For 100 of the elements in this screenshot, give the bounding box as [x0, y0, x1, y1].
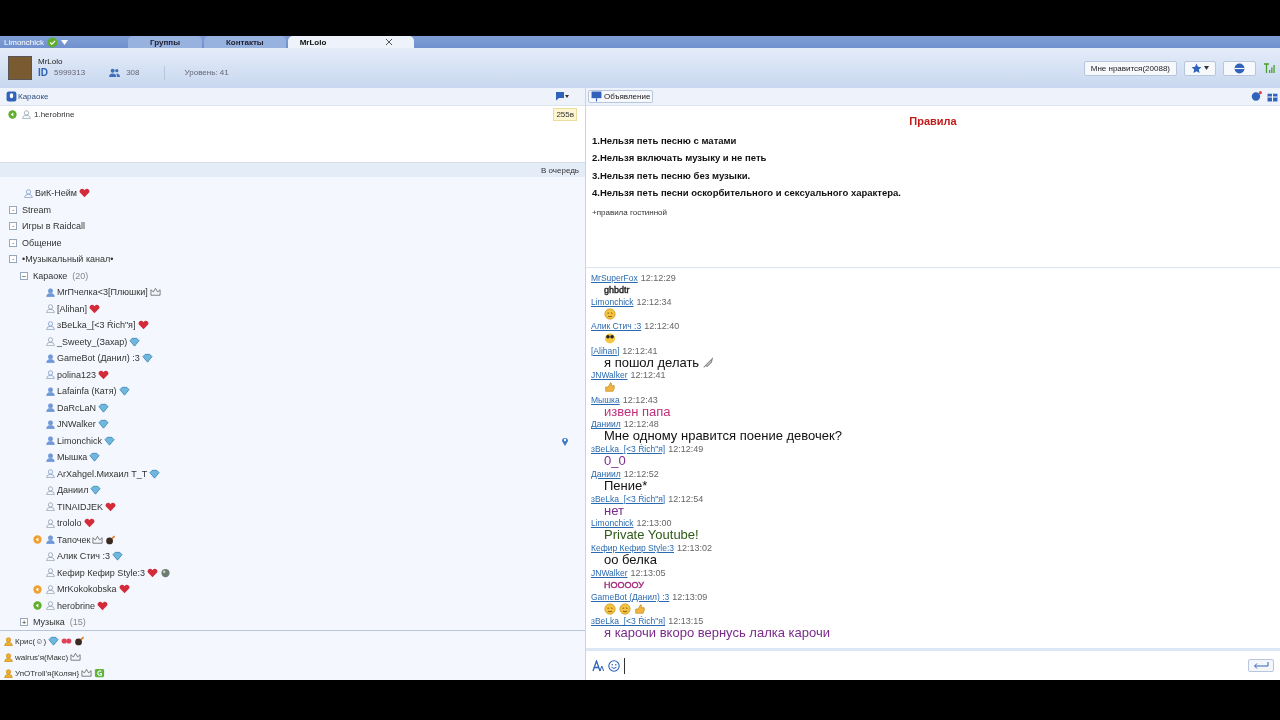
- like-button[interactable]: Мне нравится(20088): [1083, 60, 1177, 76]
- message-text: извен папа: [604, 405, 671, 419]
- expand-toggle[interactable]: −: [20, 271, 28, 280]
- user-name[interactable]: Тапочек: [57, 534, 91, 545]
- user-name[interactable]: Кефир Кефир Style:3: [57, 567, 145, 578]
- tab[interactable]: MrLolo: [287, 36, 415, 48]
- gem-icon: [48, 636, 60, 646]
- expand-toggle[interactable]: ·: [9, 205, 17, 214]
- heart-icon: [79, 188, 90, 199]
- smiley-icon[interactable]: [608, 659, 620, 672]
- message-time: 12:13:15: [668, 616, 704, 628]
- user-name[interactable]: ɜBeLka_[<3 Ŕich"я]: [57, 320, 136, 331]
- heart-icon: [89, 303, 101, 314]
- author-link[interactable]: ɜBeLka_[<3 Ŕich"я]: [591, 616, 666, 628]
- heart-icon: [118, 584, 130, 595]
- channel-name[interactable]: Игры в Raidcall: [22, 221, 86, 232]
- user-name[interactable]: ВиК-Нейм: [35, 188, 77, 199]
- user-icon: [46, 287, 55, 297]
- user-name[interactable]: polina123: [57, 369, 97, 380]
- guest-name[interactable]: УпОTroll'я{Колян}: [15, 668, 80, 678]
- rule-text: 1.Нельзя петь песню с матами: [592, 134, 738, 148]
- user-name[interactable]: [Alihan]: [57, 303, 88, 314]
- user-name[interactable]: trololo: [57, 518, 82, 529]
- guest-name[interactable]: walrus'я(Макс): [15, 652, 69, 662]
- gem-icon: [141, 353, 153, 364]
- gem-icon: [112, 551, 124, 562]
- user-name[interactable]: TINAIDJEK: [57, 501, 103, 512]
- gem-icon: [149, 468, 161, 479]
- user-name[interactable]: herobrine: [57, 600, 96, 611]
- expand-toggle[interactable]: ·: [9, 238, 17, 247]
- smiley-icon: [604, 308, 616, 321]
- message-time: 12:12:29: [640, 273, 676, 284]
- channel-name[interactable]: Stream: [22, 204, 51, 215]
- expand-toggle[interactable]: +: [20, 618, 28, 627]
- expand-toggle[interactable]: ·: [9, 222, 17, 231]
- check-icon: [47, 36, 58, 48]
- caret-icon: [1204, 66, 1209, 70]
- user-icon: [46, 452, 55, 462]
- tab[interactable]: Группы: [128, 36, 202, 48]
- bomb-icon: [105, 534, 117, 545]
- author-link[interactable]: Limonchick: [591, 297, 634, 309]
- author-link[interactable]: JNWalker: [591, 568, 628, 579]
- author-link[interactable]: Даниил: [591, 468, 621, 480]
- user-name[interactable]: DaRcLaN: [57, 402, 96, 413]
- message-text: Мне одному нравится поение девочек?: [604, 430, 842, 443]
- user-name[interactable]: GameBot (Данил) :3: [57, 353, 140, 364]
- id-label: ID: [38, 67, 48, 78]
- share-button[interactable]: [1223, 60, 1256, 76]
- user-name[interactable]: Limonchick: [57, 435, 103, 446]
- author-link[interactable]: ɜBeLka_[<3 Ŕich"я]: [591, 444, 666, 456]
- author-link[interactable]: [Alihan]: [591, 345, 620, 357]
- tab[interactable]: Контакты: [203, 36, 286, 48]
- chat-bubble-icon[interactable]: [555, 91, 569, 102]
- channel-name[interactable]: •Музыкальный канал•: [22, 254, 114, 265]
- user-icon: [46, 469, 55, 479]
- close-icon[interactable]: [386, 39, 393, 45]
- message-text: оо белка: [604, 554, 657, 567]
- heart-icon: [146, 567, 158, 578]
- gem-icon: [104, 435, 116, 446]
- user-name[interactable]: Lafainfa (Катя): [57, 386, 117, 397]
- author-link[interactable]: ɜBeLka_[<3 Ŕich"я]: [591, 493, 666, 505]
- crown-icon: [70, 652, 82, 662]
- announcement-button[interactable]: Объявление: [588, 90, 654, 103]
- glasses-icon: [61, 636, 73, 646]
- favorite-button[interactable]: [1184, 60, 1216, 76]
- channel-title: Караоке: [6, 91, 49, 102]
- font-icon[interactable]: [592, 659, 604, 672]
- author-link[interactable]: Кефир Кефир Style:3: [591, 543, 674, 555]
- channel-name[interactable]: Общение: [22, 237, 62, 248]
- user-name[interactable]: Даниил: [57, 485, 89, 496]
- user-name[interactable]: _Sweety_(Захар): [57, 336, 128, 347]
- gem-icon: [97, 419, 109, 430]
- caret-icon[interactable]: [61, 39, 68, 45]
- author-link[interactable]: MrSuperFox: [591, 273, 638, 284]
- user-name[interactable]: MrПчелка<3[Плюшки]: [57, 287, 148, 298]
- gem-icon: [98, 402, 109, 413]
- queue-link[interactable]: В очередь: [541, 165, 579, 175]
- heart-icon: [97, 600, 109, 611]
- expand-toggle[interactable]: ·: [9, 255, 17, 264]
- author-link[interactable]: Алик Стич :3: [591, 321, 642, 333]
- author-link[interactable]: Даниил: [591, 419, 621, 431]
- user-name[interactable]: Алик Стич :3: [57, 551, 111, 562]
- smiley-icon: [619, 603, 631, 616]
- author-link[interactable]: Мышка: [591, 394, 620, 406]
- channel-name[interactable]: Музыка: [33, 617, 65, 628]
- user-icon: [46, 568, 55, 578]
- user-name[interactable]: ArXahgel.Михаил T_T: [57, 468, 148, 479]
- guest-name[interactable]: Крис(☺): [15, 636, 47, 646]
- message-time: 12:12:52: [623, 468, 659, 480]
- star-icon: [1191, 62, 1202, 74]
- author-link[interactable]: Limonchick: [591, 518, 634, 530]
- author-link[interactable]: GameBot (Данил) :3: [591, 592, 670, 604]
- channel-name[interactable]: Караоке: [33, 270, 68, 281]
- user-name[interactable]: MrKokokobska: [57, 584, 117, 595]
- message-text: 0_0: [604, 455, 626, 468]
- message-time: 12:12:41: [622, 345, 658, 357]
- user-name[interactable]: Мышка: [57, 452, 88, 463]
- user-name[interactable]: JNWalker: [57, 419, 96, 430]
- billboard-icon: [591, 91, 602, 102]
- author-link[interactable]: JNWalker: [591, 370, 628, 382]
